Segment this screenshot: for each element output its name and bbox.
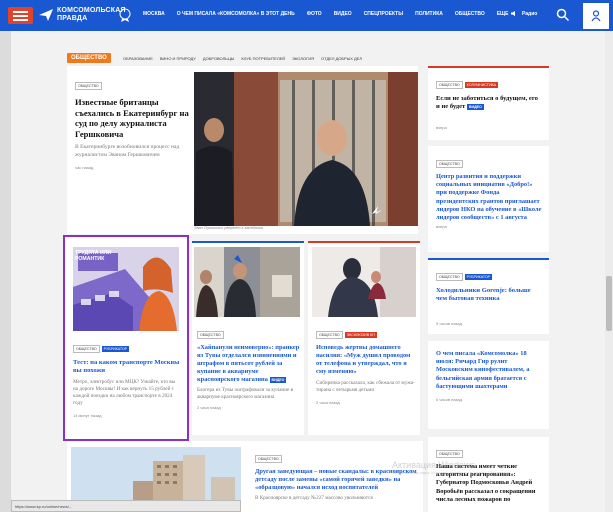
section-subnav: Образование Вино и природу Добровольцы К… xyxy=(123,56,362,61)
mid-card-title[interactable]: Исповедь жертвы домашнего насилия: «Муж … xyxy=(316,344,418,376)
article-tag[interactable]: Общество xyxy=(255,455,282,463)
subnav-item[interactable]: Добровольцы xyxy=(203,56,235,61)
logo-icon[interactable] xyxy=(39,9,53,21)
highlighted-article-card[interactable]: Трудята или романтик Общество Рубрикатор … xyxy=(63,235,189,441)
nav-item-photo[interactable]: Фото xyxy=(307,11,322,17)
subnav-item[interactable]: Образование xyxy=(123,56,153,61)
site-logo[interactable]: КОМСОМОЛЬСКАЯ ПРАВДА xyxy=(57,7,126,23)
order-badge-icon xyxy=(119,8,131,22)
article-tag[interactable]: Общество xyxy=(436,273,463,281)
mid-card-photo[interactable] xyxy=(194,247,300,317)
article-tag[interactable]: Общество xyxy=(197,331,224,339)
card-top-rule xyxy=(308,241,420,243)
nav-item-video[interactable]: Видео xyxy=(334,11,352,17)
card-time: 6 часов назад xyxy=(436,397,462,403)
subnav-item[interactable]: Вино и природу xyxy=(160,56,196,61)
right-card-title-text[interactable]: Если не заботиться о будущем, его и не б… xyxy=(436,95,538,110)
article-tag[interactable]: Общество xyxy=(316,331,343,339)
scrollbar-thumb[interactable] xyxy=(606,276,612,331)
right-card[interactable]: Общество Рубрикатор Холодильники Gorenje:… xyxy=(428,258,549,334)
right-card[interactable]: Общество Центр развития и поддержки соци… xyxy=(428,146,549,252)
lead-article-photo[interactable] xyxy=(194,72,418,226)
card-time: вчера xyxy=(436,125,447,131)
article-tag[interactable]: Общество xyxy=(436,81,463,89)
right-card-title[interactable]: Холодильники Gorenje: больше чем бытовая… xyxy=(436,287,542,303)
article-tag[interactable]: Общество xyxy=(436,450,463,458)
top-navigation-bar: КОМСОМОЛЬСКАЯ ПРАВДА Москва О чем писала… xyxy=(0,0,613,31)
search-icon[interactable] xyxy=(556,8,570,22)
lead-article-lead: В Екатеринбурге возобновился процесс над… xyxy=(75,144,180,158)
mid-card-title[interactable]: Тест: на каком транспорте Москвы вы похо… xyxy=(73,359,181,375)
watermark-title: Активация Windows xyxy=(392,460,475,470)
nav-item-politics[interactable]: Политика xyxy=(415,11,443,17)
user-icon xyxy=(591,10,601,22)
speaker-icon[interactable] xyxy=(511,11,515,16)
video-badge: Видео xyxy=(466,104,484,111)
article-tag[interactable]: Общество xyxy=(73,345,100,353)
windows-activation-watermark: Активация Windows Чтобы активировать Win… xyxy=(392,460,513,475)
nav-item-this-day[interactable]: О чем писала «Комсомолка» в этот день xyxy=(177,11,295,17)
mid-card-lead: Метро, электробус или МЦК? Узнайте, кто … xyxy=(73,379,176,407)
article-tag[interactable]: Колумнистика xyxy=(464,82,499,88)
bottom-card-lead: В Красноярске в детсаду №227 массово уво… xyxy=(255,495,373,502)
article-tag[interactable]: Общество xyxy=(75,82,102,90)
page-scrollbar[interactable] xyxy=(605,31,613,512)
mid-card-lead: Сибирячка рассказала, как сбежала от муж… xyxy=(316,380,415,394)
photo-caption: Эван Гершкович уверенно в заседании xyxy=(194,226,263,230)
mid-article-card[interactable]: Общество Эксклюзив КП Исповедь жертвы дом… xyxy=(308,241,420,435)
card-top-rule xyxy=(428,258,549,260)
right-card[interactable]: Общество Колумнистика Если не заботиться … xyxy=(428,66,549,140)
mid-card-title[interactable]: «Хайпанули неимоверно»: пранкер из Тувы … xyxy=(197,344,301,384)
subnav-item[interactable]: Экология xyxy=(292,56,314,61)
article-tag[interactable]: Рубрикатор xyxy=(101,346,130,352)
card-top-rule xyxy=(192,241,304,243)
radio-link[interactable]: Радио xyxy=(522,11,537,17)
card-time: 9 часов назад xyxy=(436,321,462,327)
lead-article-title[interactable]: Известные британцы съехались в Екатеринб… xyxy=(75,97,190,139)
main-nav: Москва О чем писала «Комсомолка» в этот … xyxy=(143,11,508,17)
mid-card-lead: Блогера из Тувы оштрафовали за купание в… xyxy=(197,387,294,401)
section-tag[interactable]: Общество xyxy=(67,53,111,63)
mid-card-photo[interactable] xyxy=(312,247,416,317)
right-card-title[interactable]: Если не заботиться о будущем, его и не б… xyxy=(436,95,542,111)
quiz-image-caption: Трудята или романтик xyxy=(75,250,112,262)
nav-item-society[interactable]: Общество xyxy=(455,11,485,17)
article-tag[interactable]: Эксклюзив КП xyxy=(344,332,377,338)
lead-article-time: час назад xyxy=(75,165,94,170)
watermark-sub: Чтобы активировать Windows, перейдите в … xyxy=(392,470,513,475)
card-time: 2 часа назад xyxy=(197,405,221,411)
card-time: вчера xyxy=(436,224,447,230)
nav-item-special[interactable]: Спецпроекты xyxy=(364,11,403,17)
status-bar-url: https://www.kp.ru/online/news/... xyxy=(11,500,241,512)
nav-item-more[interactable]: Еще xyxy=(497,11,509,17)
menu-button[interactable] xyxy=(8,7,33,24)
right-card-title[interactable]: О чем писала «Комсомолка» 18 июля: Ричар… xyxy=(436,350,543,391)
card-time: 14 минут назад xyxy=(73,413,102,419)
mid-article-card[interactable]: Общество «Хайпанули неимоверно»: пранкер… xyxy=(192,241,304,435)
card-top-rule xyxy=(428,66,549,68)
nav-item-region[interactable]: Москва xyxy=(143,11,165,17)
card-time: 2 часа назад xyxy=(316,400,340,406)
article-tag[interactable]: Рубрикатор xyxy=(464,274,493,280)
lead-article-card[interactable]: Общество Известные британцы съехались в … xyxy=(67,66,418,234)
right-card[interactable]: О чем писала «Комсомолка» 18 июля: Ричар… xyxy=(428,341,549,429)
article-tag[interactable]: Общество xyxy=(436,160,463,168)
user-account-button[interactable] xyxy=(583,3,609,29)
video-badge: Видео xyxy=(269,377,287,384)
subnav-item[interactable]: Клуб потребителей xyxy=(241,56,285,61)
subnav-item[interactable]: Отдел добрых дел xyxy=(321,56,362,61)
right-card-title[interactable]: Центр развития и поддержки социальных ин… xyxy=(436,173,542,222)
